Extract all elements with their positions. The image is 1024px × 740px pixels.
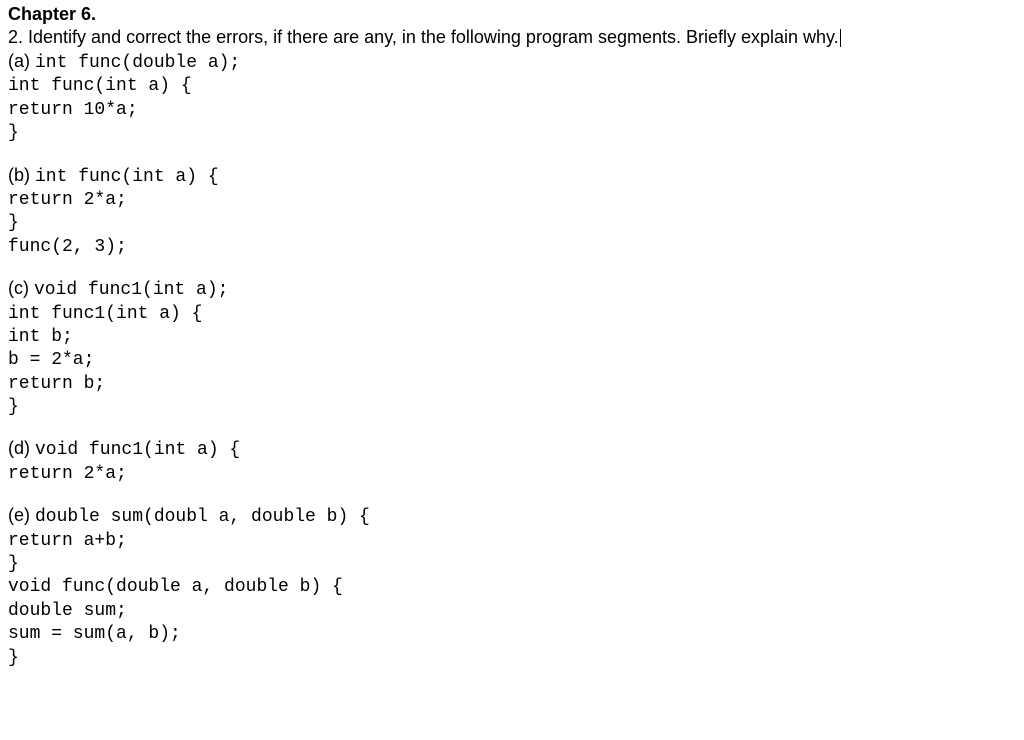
- segment-label: (d): [8, 438, 35, 458]
- code-line: }: [8, 212, 1016, 235]
- code-line: return b;: [8, 373, 1016, 396]
- segment-a: (a) int func(double a); int func(int a) …: [8, 50, 1016, 146]
- code-line: void func1(int a);: [34, 280, 228, 300]
- segment-b: (b) int func(int a) { return 2*a; } func…: [8, 164, 1016, 260]
- code-line: return 2*a;: [8, 463, 1016, 486]
- code-line: double sum(doubl a, double b) {: [35, 507, 370, 527]
- question-text: 2. Identify and correct the errors, if t…: [8, 27, 1016, 48]
- segment-label: (e): [8, 505, 35, 525]
- segment-label: (c): [8, 278, 34, 298]
- code-line: int func(int a) {: [8, 75, 1016, 98]
- code-line: int b;: [8, 326, 1016, 349]
- code-line: }: [8, 647, 1016, 670]
- code-line: return 10*a;: [8, 99, 1016, 122]
- chapter-title: Chapter 6.: [8, 4, 1016, 25]
- code-line: }: [8, 122, 1016, 145]
- code-line: void func1(int a) {: [35, 440, 240, 460]
- code-line: int func1(int a) {: [8, 303, 1016, 326]
- segment-d: (d) void func1(int a) { return 2*a;: [8, 437, 1016, 486]
- code-line: }: [8, 396, 1016, 419]
- code-line: b = 2*a;: [8, 349, 1016, 372]
- code-line: return a+b;: [8, 530, 1016, 553]
- code-line: func(2, 3);: [8, 236, 1016, 259]
- segment-c: (c) void func1(int a); int func1(int a) …: [8, 277, 1016, 419]
- code-line: double sum;: [8, 600, 1016, 623]
- code-line: sum = sum(a, b);: [8, 623, 1016, 646]
- segment-label: (a): [8, 51, 35, 71]
- code-line: }: [8, 553, 1016, 576]
- code-line: return 2*a;: [8, 189, 1016, 212]
- code-line: void func(double a, double b) {: [8, 576, 1016, 599]
- segment-label: (b): [8, 165, 35, 185]
- code-line: int func(double a);: [35, 53, 240, 73]
- text-cursor: [840, 29, 841, 47]
- code-line: int func(int a) {: [35, 167, 219, 187]
- question-label: 2. Identify and correct the errors, if t…: [8, 27, 839, 47]
- segment-e: (e) double sum(doubl a, double b) { retu…: [8, 504, 1016, 670]
